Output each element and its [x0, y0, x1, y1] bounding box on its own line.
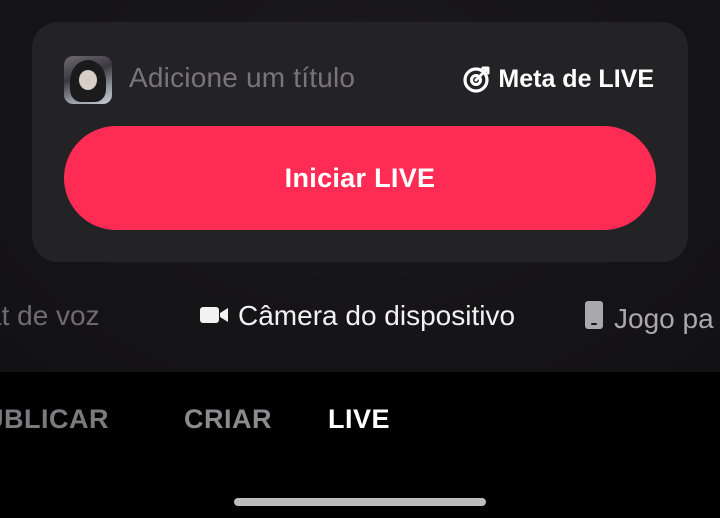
phone-icon — [584, 300, 604, 337]
source-game-label: Jogo pa — [614, 302, 714, 334]
target-icon — [462, 64, 492, 94]
live-source-selector: at de voz Câmera do dispositivo — [0, 300, 720, 340]
source-voice-chat[interactable]: at de voz — [0, 300, 100, 332]
live-goal-button[interactable]: Meta de LIVE — [462, 64, 654, 94]
live-setup-screen: Adicione um título Meta de LIVE Iniciar … — [0, 0, 720, 518]
start-live-button[interactable]: Iniciar LIVE — [64, 126, 656, 230]
tab-publish[interactable]: UBLICAR — [0, 404, 109, 435]
video-camera-icon — [200, 300, 228, 332]
bottom-mode-nav: UBLICAR CRIAR LIVE — [0, 372, 720, 518]
source-device-camera[interactable]: Câmera do dispositivo — [200, 300, 515, 332]
avatar-face — [79, 70, 97, 90]
live-goal-label: Meta de LIVE — [498, 64, 654, 93]
title-input[interactable]: Adicione um título — [129, 62, 355, 94]
camera-preview-area: Adicione um título Meta de LIVE Iniciar … — [0, 0, 720, 372]
source-device-camera-label: Câmera do dispositivo — [238, 300, 516, 331]
live-setup-card: Adicione um título Meta de LIVE Iniciar … — [32, 22, 688, 262]
avatar[interactable] — [64, 56, 112, 104]
tab-live[interactable]: LIVE — [328, 404, 390, 435]
source-voice-chat-label: at de voz — [0, 300, 100, 331]
home-indicator[interactable] — [234, 498, 486, 506]
tab-create[interactable]: CRIAR — [184, 404, 272, 435]
source-game[interactable]: Jogo pa — [584, 300, 714, 337]
